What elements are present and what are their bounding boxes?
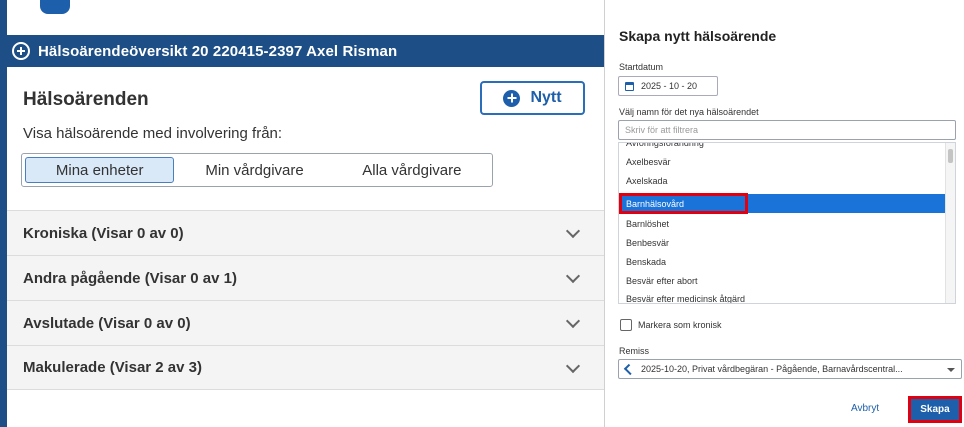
health-issue-overview-panel: Hälsoärendeöversikt 20 220415-2397 Axel … [0,0,604,427]
list-item[interactable]: Benbesvär [619,233,945,252]
list-item[interactable]: Besvär efter medicinsk åtgärd [619,289,945,304]
page-title: Hälsoärenden [23,89,149,110]
app-logo [40,0,70,14]
segment-my-units[interactable]: Mina enheter [25,157,175,183]
dropdown-arrow-icon [947,368,955,372]
section-chronic[interactable]: Kroniska (Visar 0 av 0) [7,210,604,255]
name-label: Välj namn för det nya hälsoärendet [619,107,759,117]
cancel-button[interactable]: Avbryt [851,403,879,414]
involvement-segmented-control: Mina enheter Min vårdgivare Alla vårdgiv… [21,153,493,187]
section-voided[interactable]: Makulerade (Visar 2 av 3) [7,345,604,390]
list-item[interactable]: Besvär efter abort [619,271,945,290]
list-scrollbar[interactable] [945,143,955,303]
section-voided-label: Makulerade (Visar 2 av 3) [23,359,202,376]
section-chronic-label: Kroniska (Visar 0 av 0) [23,224,184,242]
chronic-checkbox-label: Markera som kronisk [638,320,722,330]
section-other-ongoing[interactable]: Andra pågående (Visar 0 av 1) [7,255,604,300]
referral-label: Remiss [619,346,650,356]
overview-title: Hälsoärendeöversikt 20 220415-2397 Axel … [38,42,398,60]
create-health-issue-dialog: Skapa nytt hälsoärende Startdatum 2025 -… [604,0,964,427]
list-scrollbar-thumb[interactable] [948,149,953,163]
new-button-label: Nytt [530,89,562,106]
list-item[interactable]: Barnlöshet [619,214,945,233]
chevron-down-icon [565,358,581,374]
chevron-down-icon [565,268,581,284]
filter-input[interactable] [618,120,956,140]
top-strip [0,0,604,35]
list-item[interactable]: Axelskada [619,171,945,190]
list-item-selected[interactable]: Barnhälsovård [619,194,945,213]
chronic-checkbox[interactable] [620,319,632,331]
app-root: Hälsoärendeöversikt 20 220415-2397 Axel … [0,0,964,427]
start-date-label: Startdatum [619,62,664,72]
list-item[interactable]: Axelbesvär [619,152,945,171]
referral-value: 2025-10-20, Privat vårdbegäran - Pågåend… [641,364,903,374]
plus-circle-icon [503,89,521,107]
dialog-title: Skapa nytt hälsoärende [619,28,777,44]
section-closed-label: Avslutade (Visar 0 av 0) [23,314,191,332]
start-date-field[interactable]: 2025 - 10 - 20 [618,76,718,96]
section-closed[interactable]: Avslutade (Visar 0 av 0) [7,300,604,345]
list-item[interactable]: Benskada [619,252,945,271]
calendar-icon [625,81,634,91]
referral-icon [623,363,636,375]
section-other-ongoing-label: Andra pågående (Visar 0 av 1) [23,269,237,287]
health-issue-name-list[interactable]: Avföringsförändring Axelbesvär Axelskada… [618,142,956,304]
referral-select[interactable]: 2025-10-20, Privat vårdbegäran - Pågåend… [618,359,962,379]
chevron-down-icon [565,313,581,329]
create-button[interactable]: Skapa [908,396,962,423]
left-accent-bar [0,0,7,427]
overview-titlebar: Hälsoärendeöversikt 20 220415-2397 Axel … [0,35,604,67]
involvement-filter-label: Visa hälsoärende med involvering från: [23,125,283,142]
segment-my-care-provider[interactable]: Min vårdgivare [182,157,326,183]
chronic-checkbox-row[interactable]: Markera som kronisk [620,319,722,331]
new-health-issue-button[interactable]: Nytt [480,81,585,115]
list-item[interactable]: Avföringsförändring [619,143,945,152]
health-cross-icon [12,42,30,60]
overview-content: Hälsoärenden Nytt Visa hälsoärende med i… [7,67,604,427]
segment-all-care-providers[interactable]: Alla vårdgivare [335,157,489,183]
start-date-value: 2025 - 10 - 20 [641,81,698,91]
chevron-down-icon [565,223,581,239]
